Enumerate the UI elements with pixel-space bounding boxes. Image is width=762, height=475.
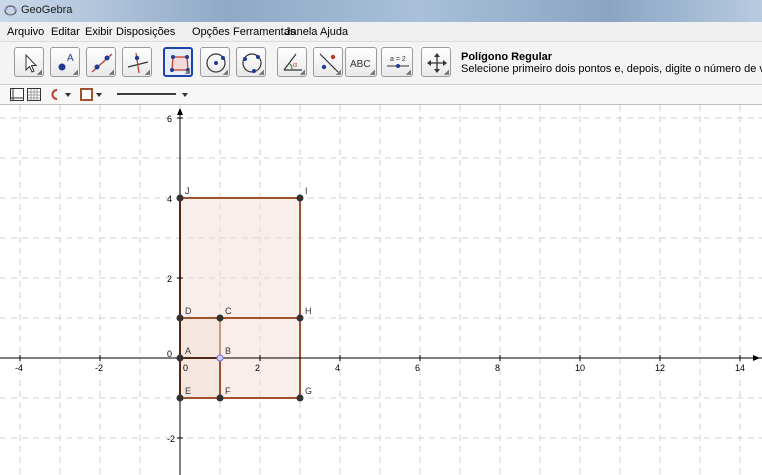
point-D[interactable]	[176, 314, 184, 322]
point-label-D: D	[185, 306, 192, 316]
menu-opcoes[interactable]: Opções	[192, 26, 230, 38]
x-tick-label: -4	[15, 363, 23, 373]
x-tick-label: -2	[95, 363, 103, 373]
point-label-I: I	[305, 186, 308, 196]
x-axis-arrow	[753, 355, 760, 361]
text-tool-label: ABC	[350, 59, 371, 70]
svg-text:A: A	[67, 53, 74, 64]
geogebra-app-icon	[4, 5, 17, 17]
color-icon[interactable]	[80, 88, 104, 101]
point-tool[interactable]: A ◢	[50, 47, 80, 77]
graphics-view[interactable]: -4 -2 0 2 4 6 8 10 12 14 6 4 2 0 -2 A B C D E F G H I J	[0, 105, 762, 475]
grid-toggle-icon[interactable]	[27, 88, 41, 101]
title-bar: GeoGebra	[0, 0, 762, 22]
y-axis-arrow	[177, 108, 183, 115]
point-I[interactable]	[296, 194, 304, 202]
point-J[interactable]	[176, 194, 184, 202]
perpendicular-tool[interactable]: ◢	[122, 47, 152, 77]
circle-three-points-tool[interactable]: ◢	[236, 47, 266, 77]
line-style-icon[interactable]	[116, 88, 192, 101]
point-C[interactable]	[216, 314, 224, 322]
axes-toggle-icon[interactable]	[10, 88, 24, 101]
move-view-tool[interactable]: ◢	[421, 47, 451, 77]
y-tick-label: 4	[167, 194, 172, 204]
line-tool[interactable]: ◢	[86, 47, 116, 77]
menu-bar: Arquivo Editar Exibir Disposições Opções…	[0, 22, 762, 42]
svg-text:α: α	[293, 62, 297, 69]
point-label-E: E	[185, 386, 191, 396]
x-tick-label: 8	[495, 363, 500, 373]
x-tick-label: 6	[415, 363, 420, 373]
point-label-G: G	[305, 386, 312, 396]
menu-editar[interactable]: Editar	[51, 26, 80, 38]
x-tick-label: 10	[575, 363, 585, 373]
window-title: GeoGebra	[21, 4, 73, 16]
menu-janela[interactable]: Janela	[285, 26, 317, 38]
y-tick-label: -2	[167, 434, 175, 444]
menu-disposicoes[interactable]: Disposições	[116, 26, 175, 38]
point-H[interactable]	[296, 314, 304, 322]
style-bar	[0, 85, 762, 105]
rectangle-DHIJ[interactable]	[179, 197, 301, 319]
menu-arquivo[interactable]: Arquivo	[7, 26, 44, 38]
x-tick-label: 14	[735, 363, 745, 373]
x-tick-label: 2	[255, 363, 260, 373]
circle-tool[interactable]: ◢	[200, 47, 230, 77]
point-label-B: B	[225, 346, 231, 356]
point-label-A: A	[185, 346, 191, 356]
tool-help: Polígono Regular Selecione primeiro dois…	[461, 51, 762, 75]
point-label-C: C	[225, 306, 232, 316]
polygon-tool[interactable]: ◢	[163, 47, 193, 77]
text-tool[interactable]: ABC ◢	[345, 47, 377, 77]
x-tick-label: 12	[655, 363, 665, 373]
x-tick-label: 0	[183, 363, 188, 373]
y-tick-label: 0	[167, 349, 172, 359]
y-tick-label: 6	[167, 114, 172, 124]
tool-help-title: Polígono Regular	[461, 51, 553, 63]
menu-exibir[interactable]: Exibir	[85, 26, 113, 38]
point-label-J: J	[185, 186, 190, 196]
y-tick-label: 2	[167, 274, 172, 284]
point-B[interactable]	[216, 354, 224, 362]
slider-tool[interactable]: a = 2 ◢	[381, 47, 413, 77]
move-tool[interactable]: ◢	[14, 47, 44, 77]
point-G[interactable]	[296, 394, 304, 402]
toolbar: ◢ A ◢ ◢ ◢ ◢ ◢ ◢ α ◢ ◢ ABC ◢ a = 2 ◢ ◢ Po…	[0, 42, 762, 85]
x-tick-label: 4	[335, 363, 340, 373]
point-E[interactable]	[176, 394, 184, 402]
point-F[interactable]	[216, 394, 224, 402]
point-label-H: H	[305, 306, 312, 316]
graphics-canvas[interactable]: -4 -2 0 2 4 6 8 10 12 14 6 4 2 0 -2 A B C D E F G H I J	[0, 105, 762, 475]
slider-tool-label: a = 2	[390, 56, 406, 63]
menu-ajuda[interactable]: Ajuda	[320, 26, 348, 38]
reflect-tool[interactable]: ◢	[313, 47, 343, 77]
tool-help-text: Selecione primeiro dois pontos e, depois…	[461, 63, 762, 75]
point-A[interactable]	[176, 354, 184, 362]
angle-tool[interactable]: α ◢	[277, 47, 307, 77]
point-label-F: F	[225, 386, 231, 396]
point-capture-icon[interactable]	[50, 88, 72, 101]
